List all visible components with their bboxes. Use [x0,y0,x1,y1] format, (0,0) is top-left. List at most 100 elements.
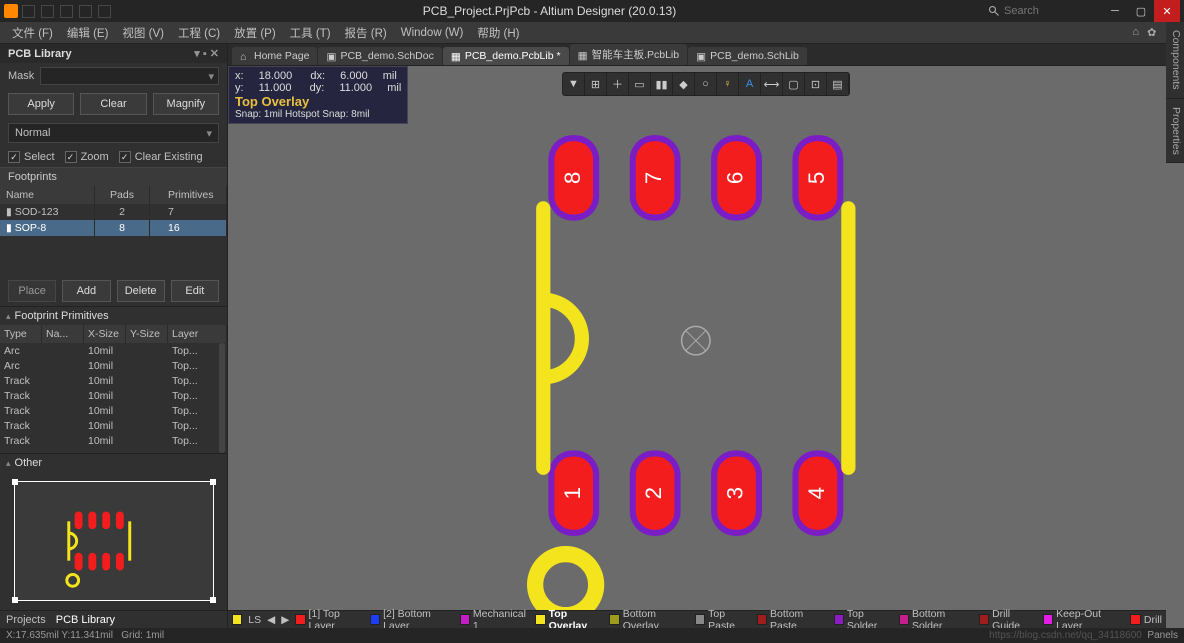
footprint-grid-header: Name Pads Primitives [0,186,227,204]
menu-edit[interactable]: 编辑 (E) [61,25,115,41]
open-icon[interactable] [41,5,54,18]
edit-button[interactable]: Edit [171,280,219,302]
pin-icon[interactable]: ▾ ▪ ✕ [194,47,219,60]
menu-tools[interactable]: 工具 (T) [284,25,337,41]
delete-button[interactable]: Delete [117,280,165,302]
menu-help[interactable]: 帮助 (H) [471,25,525,41]
clear-existing-checkbox[interactable]: ✓Clear Existing [119,151,203,163]
menu-file[interactable]: 文件 (F) [6,25,59,41]
mask-combo[interactable]: ▾ [40,67,219,85]
tab-projects[interactable]: Projects [6,614,46,626]
eraser-icon[interactable]: ◆ [673,73,695,95]
sch-icon: ▣ [696,51,706,61]
grid-icon[interactable]: ⊡ [805,73,827,95]
minimize-button[interactable]: ─ [1102,0,1128,22]
preview-frame[interactable] [14,481,214,601]
place-button[interactable]: Place [8,280,56,302]
print-icon[interactable] [60,5,73,18]
footprint-drawing: 8 7 6 5 1 2 3 4 [228,66,1184,615]
menu-project[interactable]: 工程 (C) [172,25,226,41]
document-tabs: ⌂Home Page▣PCB_demo.SchDoc▦PCB_demo.PcbL… [228,44,1184,66]
ls-label[interactable]: LS [248,614,261,626]
global-search[interactable] [988,5,1094,17]
tab-components[interactable]: Components [1166,22,1184,99]
svg-text:2: 2 [641,487,666,499]
bar-icon[interactable]: ▮▮ [651,73,673,95]
menu-place[interactable]: 放置 (P) [228,25,282,41]
primitive-row[interactable]: Arc10milTop... [0,358,227,373]
primitive-row[interactable]: Track10milTop... [0,418,227,433]
share-icon[interactable]: ⌂ [1132,26,1139,39]
primitives-header[interactable]: Footprint Primitives [0,306,227,325]
rect-icon[interactable]: ▭ [629,73,651,95]
footprint-grid[interactable]: ▮ SOD-12327▮ SOP-8816 [0,204,227,236]
primitive-grid[interactable]: Arc10milTop...Arc10milTop...Track10milTo… [0,343,227,453]
preview-area [0,472,227,610]
primitive-row[interactable]: Track10milTop... [0,388,227,403]
primitive-row[interactable]: Track10milTop... [0,373,227,388]
mode-combo[interactable]: Normal▾ [8,123,219,143]
menu-report[interactable]: 报告 (R) [339,25,393,41]
apply-button[interactable]: Apply [8,93,74,115]
cloud-icon[interactable]: ✿ [1147,26,1156,39]
coordinate-display: x: 18.000 dx: 6.000 mil y: 11.000 dy: 11… [228,66,408,124]
menubar: 文件 (F) 编辑 (E) 视图 (V) 工程 (C) 放置 (P) 工具 (T… [0,22,1184,44]
other-header[interactable]: Other [0,453,227,472]
watermark: https://blog.csdn.net/qq_34118600 [989,630,1142,641]
status-grid: Grid: 1mil [121,630,164,641]
doc-tab[interactable]: ▣PCB_demo.SchDoc [318,47,441,65]
layer-tab[interactable]: Drill [1130,614,1162,626]
chevron-down-icon: ▾ [208,70,214,83]
clear-button[interactable]: Clear [80,93,146,115]
lightbulb-icon[interactable]: ♀ [717,73,739,95]
menu-window[interactable]: Window (W) [395,27,470,39]
home-icon: ⌂ [240,51,250,61]
magnify-button[interactable]: Magnify [153,93,219,115]
via-icon[interactable]: ▢ [783,73,805,95]
maximize-button[interactable]: ▢ [1128,0,1154,22]
search-icon [988,5,1000,17]
scrollbar[interactable] [219,343,225,453]
zoom-checkbox[interactable]: ✓Zoom [65,151,109,163]
layer-next[interactable]: ▶ [281,614,289,626]
doc-tab[interactable]: ▣PCB_demo.SchLib [688,47,807,65]
net-color-icon[interactable]: ⊞ [585,73,607,95]
tab-properties[interactable]: Properties [1166,99,1184,164]
menu-view[interactable]: 视图 (V) [116,25,170,41]
add-button[interactable]: Add [62,280,110,302]
primitive-row[interactable]: Arc10milTop... [0,343,227,358]
select-checkbox[interactable]: ✓Select [8,151,55,163]
pcb-canvas[interactable]: 8 7 6 5 1 2 3 4 [228,66,1184,628]
tab-pcb-library[interactable]: PCB Library [56,614,115,626]
undo-icon[interactable] [79,5,92,18]
filter-icon[interactable]: ▼ [563,73,585,95]
doc-tab[interactable]: ⌂Home Page [232,47,317,65]
primitive-row[interactable]: Track10milTop... [0,403,227,418]
close-button[interactable]: ✕ [1154,0,1180,22]
status-bar: X:17.635mil Y:11.341mil Grid: 1mil https… [0,628,1184,643]
dim-icon[interactable]: ⟷ [761,73,783,95]
svg-text:4: 4 [804,487,829,499]
left-panel: PCB Library ▾ ▪ ✕ Mask ▾ Apply Clear Mag… [0,44,228,628]
footprint-row[interactable]: ▮ SOD-12327 [0,204,227,220]
doc-tab[interactable]: ▦PCB_demo.PcbLib * [443,47,569,65]
layer-prev[interactable]: ◀ [267,614,275,626]
sch-icon: ▣ [326,51,336,61]
layer-icon[interactable]: ▤ [827,73,849,95]
text-icon[interactable]: A [739,73,761,95]
redo-icon[interactable] [98,5,111,18]
footprint-row[interactable]: ▮ SOP-8816 [0,220,227,236]
svg-text:8: 8 [560,172,585,184]
save-icon[interactable] [22,5,35,18]
pcb-icon: ▦ [578,50,588,60]
doc-tab[interactable]: ▦智能车主板.PcbLib [570,44,688,65]
panels-button[interactable]: Panels [1147,630,1178,641]
circle-icon[interactable]: ○ [695,73,717,95]
search-input[interactable] [1004,5,1094,17]
footprints-header: Footprints [0,167,227,186]
floating-toolbar: ▼ ⊞ ＋ ▭ ▮▮ ◆ ○ ♀ A ⟷ ▢ ⊡ ▤ [562,72,850,96]
editor-area: ⌂Home Page▣PCB_demo.SchDoc▦PCB_demo.PcbL… [228,44,1184,628]
chevron-down-icon: ▾ [206,127,212,140]
primitive-row[interactable]: Track10milTop... [0,433,227,448]
polygon-icon[interactable]: ＋ [607,73,629,95]
